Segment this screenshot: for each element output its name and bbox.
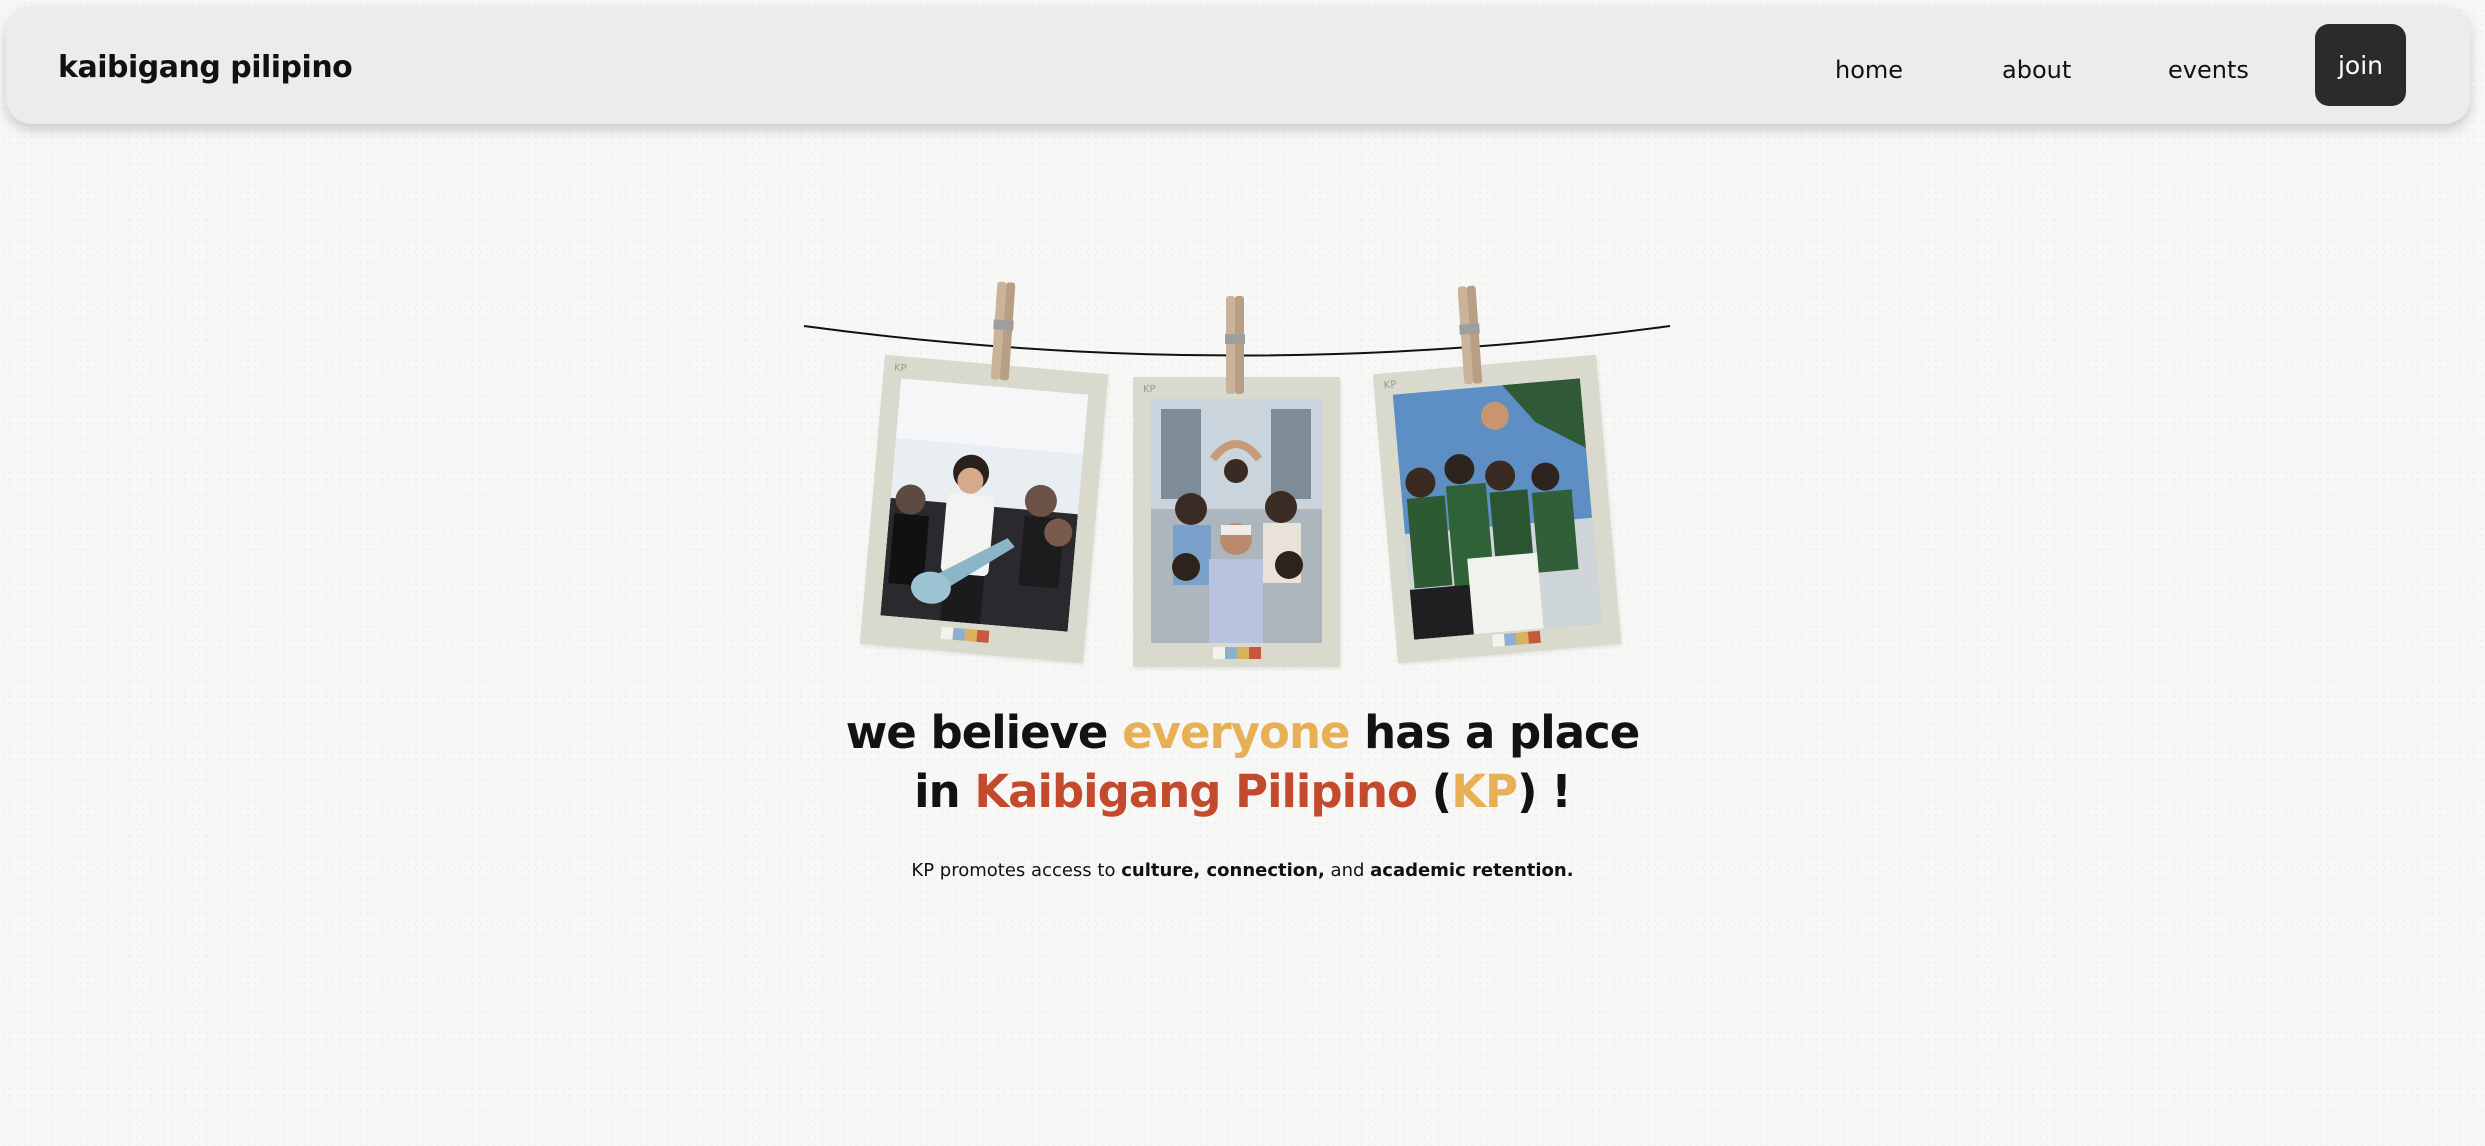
clothespin-icon: [990, 281, 1016, 381]
polaroid-mark: KP: [1383, 379, 1397, 392]
subtitle-text: and: [1324, 860, 1371, 881]
polaroid-1: KP: [859, 354, 1109, 664]
subtitle-text: KP promotes access to: [911, 860, 1122, 881]
hero-headline-line-2: in Kaibigang Pilipino (KP) !: [0, 765, 2485, 818]
polaroid-2: KP: [1133, 377, 1340, 667]
group-heart-hands-photo: [1151, 399, 1322, 643]
polaroid-mark: KP: [1143, 384, 1156, 395]
polaroid-3: KP: [1372, 354, 1622, 664]
clothespin-icon: [1225, 296, 1245, 394]
polaroid-mark: KP: [893, 362, 907, 375]
color-swatch: [1213, 647, 1261, 659]
crowd-cheering-photo: [1392, 378, 1602, 640]
headline-highlight-kp: KP: [1451, 765, 1518, 818]
performer-with-guitar-photo: [880, 378, 1089, 632]
headline-highlight-everyone: everyone: [1122, 706, 1350, 759]
hero-headline-line-1: we believe everyone has a place: [0, 706, 2485, 759]
headline-text: we believe: [845, 706, 1123, 759]
headline-text: ) !: [1517, 765, 1572, 818]
headline-text: has a place: [1349, 706, 1640, 759]
subtitle-emphasis: academic retention.: [1370, 860, 1574, 881]
headline-text: in: [914, 765, 975, 818]
hero-subtitle: KP promotes access to culture, connectio…: [0, 860, 2485, 881]
color-swatch: [940, 626, 990, 643]
headline-highlight-org-name: Kaibigang Pilipino: [974, 765, 1418, 818]
subtitle-emphasis: culture, connection,: [1121, 860, 1325, 881]
headline-text: (: [1416, 765, 1453, 818]
clothespin-icon: [1457, 285, 1483, 385]
color-swatch: [1491, 630, 1541, 647]
